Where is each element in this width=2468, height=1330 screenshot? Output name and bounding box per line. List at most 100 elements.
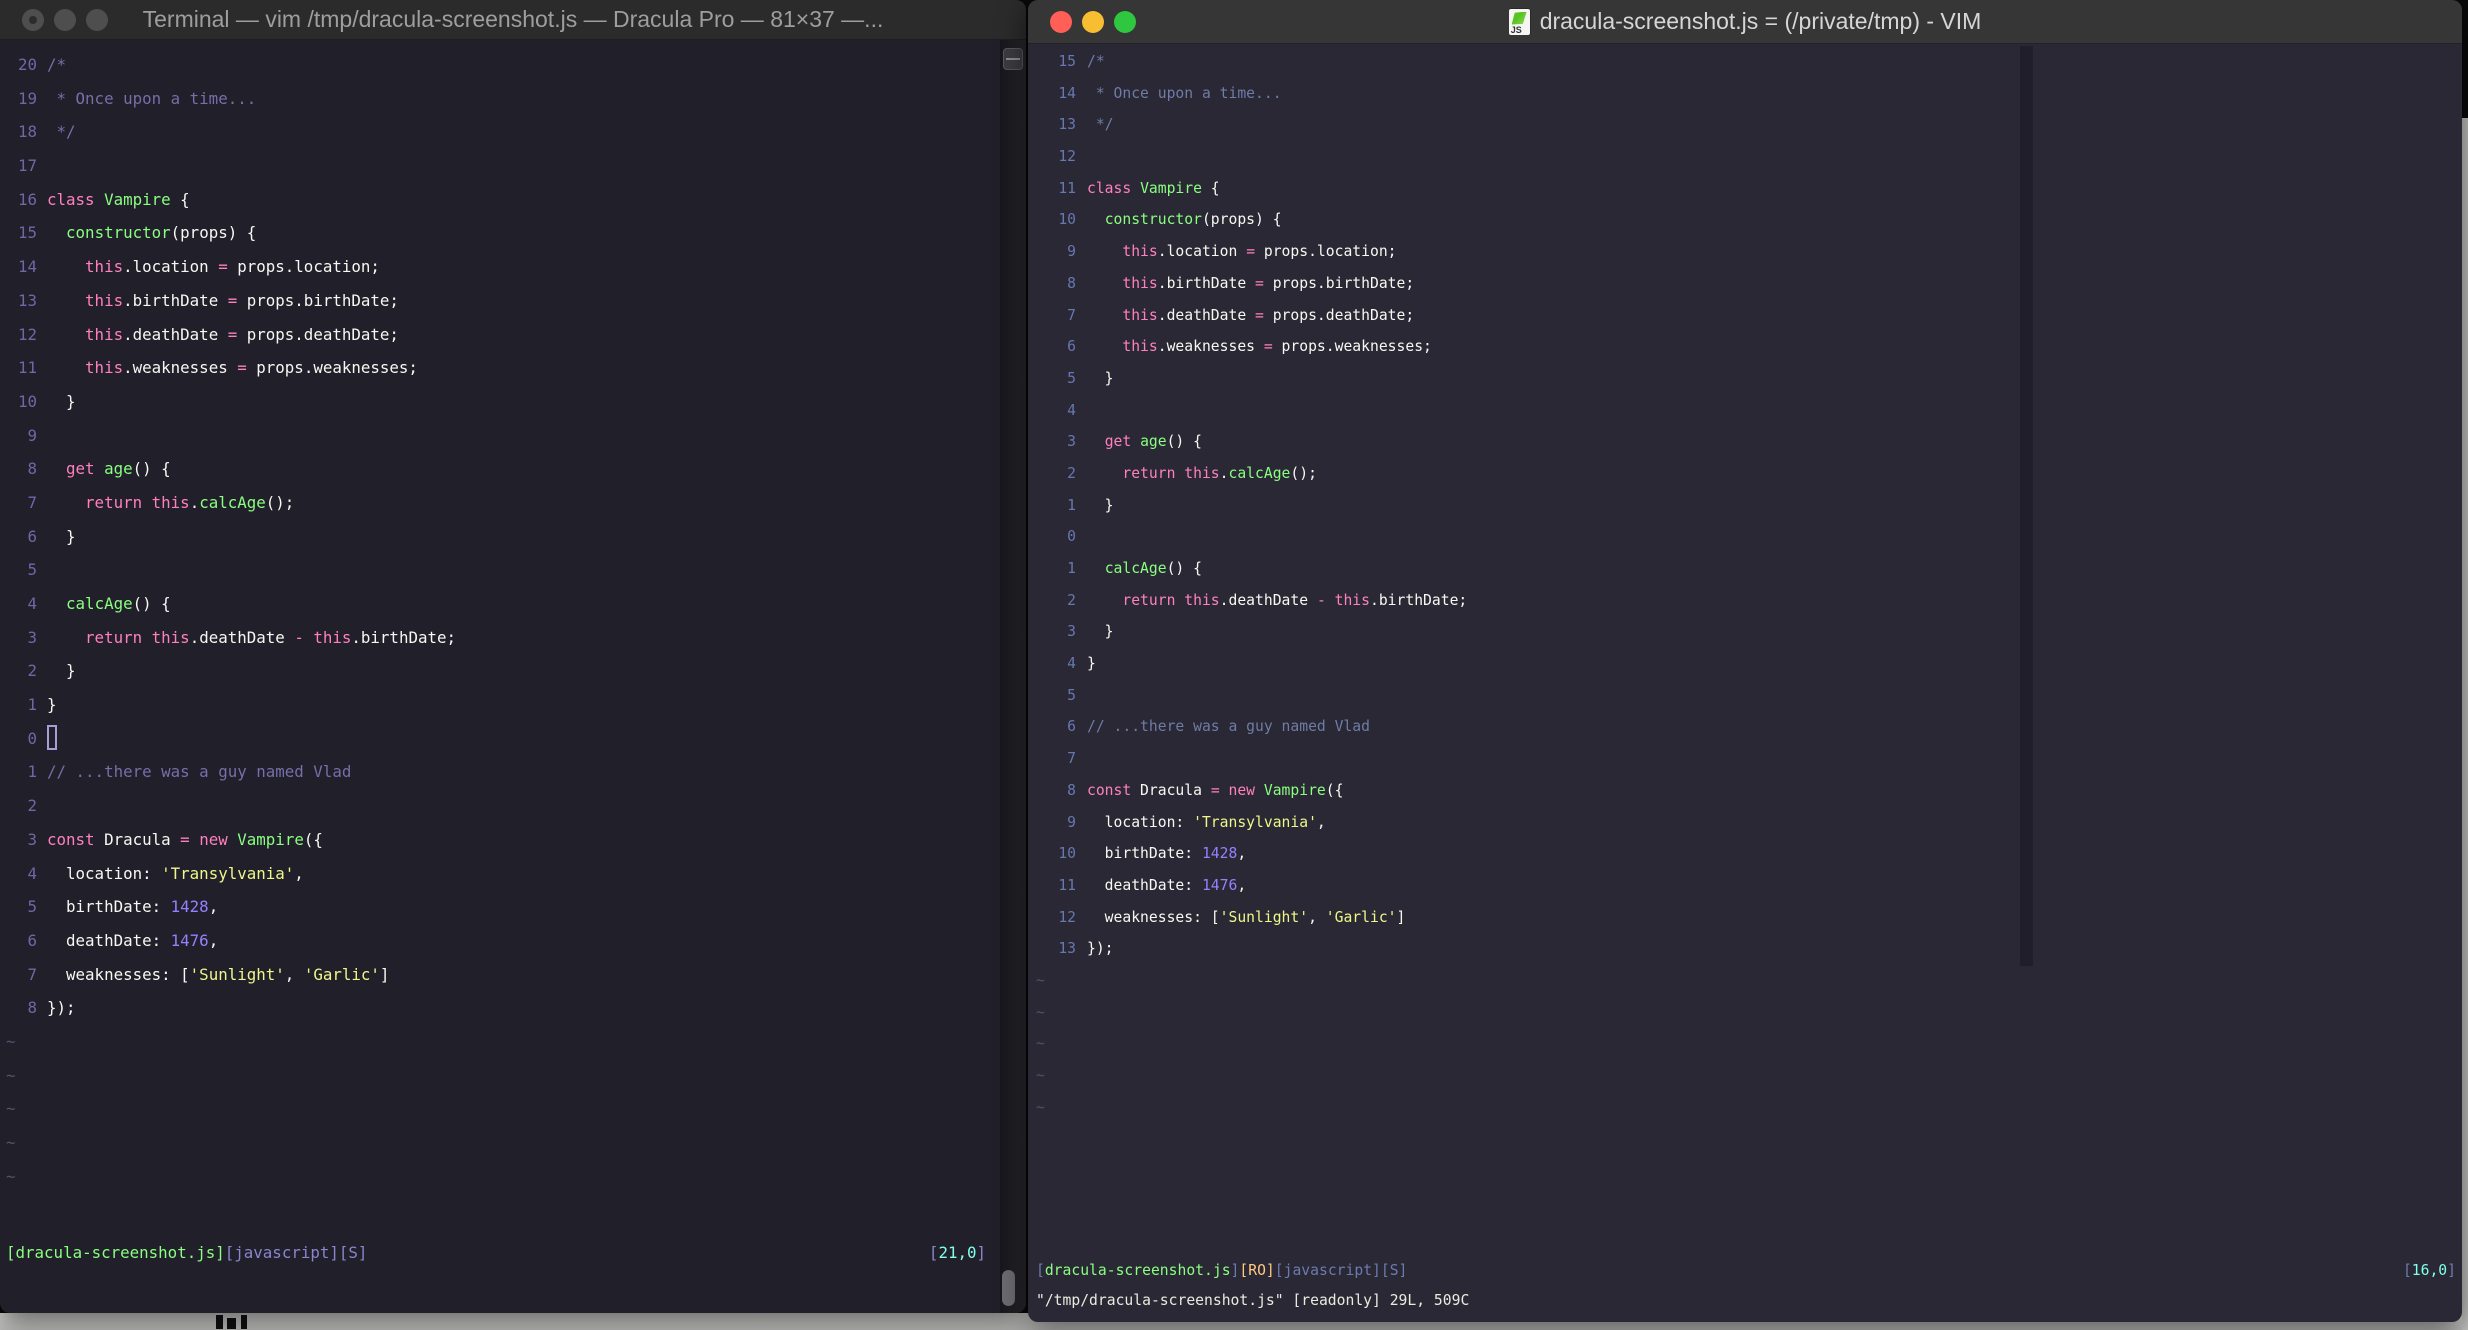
token: });	[47, 998, 76, 1018]
token: 'Transylvania'	[161, 863, 295, 883]
line-number: 7	[27, 964, 37, 984]
token: =	[237, 358, 247, 378]
line-number: 2	[1067, 591, 1076, 609]
token: [javascript][S]	[1274, 1262, 1408, 1279]
token: .	[189, 492, 200, 512]
code-text	[47, 722, 57, 756]
line-number: 4	[1067, 401, 1076, 419]
line-number: 20	[17, 55, 37, 74]
close-button[interactable]	[22, 8, 44, 31]
code-text: location: 'Transylvania',	[47, 857, 304, 891]
background-text-fragment	[216, 1315, 223, 1329]
token: =	[1255, 274, 1264, 292]
token: .birthDate	[1157, 274, 1256, 292]
code-text: this.deathDate = props.deathDate;	[47, 318, 399, 352]
minimize-button[interactable]	[54, 8, 76, 31]
code-text: this.birthDate = props.birthDate;	[47, 284, 399, 318]
zoom-button[interactable]	[1114, 10, 1136, 33]
file-readonly-message: "/tmp/dracula-screenshot.js" [readonly] …	[1036, 1292, 1470, 1309]
line-number: 12	[1058, 148, 1076, 166]
token: =	[218, 257, 228, 277]
code-text: }	[1087, 648, 1096, 680]
token: ,	[1316, 813, 1326, 831]
vim-text-area-right[interactable]: 15/* 14 * Once upon a time... 13 */12 11 cla…	[1028, 44, 2462, 1268]
line-number: 6	[1067, 718, 1076, 736]
token: calcAge	[1228, 464, 1291, 482]
token: return	[85, 627, 143, 647]
token: Vampire	[1140, 179, 1202, 197]
token: // ...there was a guy named Vlad	[47, 762, 352, 782]
token: .birthDate;	[1370, 591, 1468, 609]
split-pane-button[interactable]	[1003, 48, 1023, 70]
code-text: return this.calcAge();	[1087, 458, 1317, 490]
token: ,	[284, 964, 304, 984]
token: Dracula	[94, 829, 181, 849]
terminal-titlebar[interactable]: Terminal — vim /tmp/dracula-screenshot.j…	[0, 0, 1026, 40]
token: [RO]	[1239, 1262, 1275, 1279]
code-text: calcAge() {	[47, 587, 171, 621]
minimize-button[interactable]	[1082, 10, 1104, 33]
macvim-window: JS dracula-screenshot.js = (/private/tmp…	[1028, 0, 2462, 1322]
token: 'Garlic'	[1325, 908, 1397, 926]
code-line: 15 constructor(props) {	[6, 216, 1000, 250]
code-text: this.deathDate = props.deathDate;	[1087, 300, 1414, 332]
code-line: 4	[1036, 395, 2462, 427]
token: this	[1122, 338, 1158, 356]
code-line: 19 * Once upon a time...	[6, 82, 1000, 116]
zoom-button[interactable]	[86, 8, 108, 31]
vim-text-area-left[interactable]: 20/* 19 * Once upon a time... 18 */17 16 cla…	[0, 40, 1000, 1313]
code-line: 6 this.weaknesses = props.weaknesses;	[1036, 331, 2462, 363]
code-line: 12	[1036, 141, 2462, 173]
token: ,	[294, 863, 304, 883]
token: .birthDate;	[351, 627, 457, 647]
token: =	[1263, 338, 1273, 356]
token: class	[1087, 179, 1132, 197]
background-text-fragment	[241, 1315, 247, 1329]
token: }	[47, 661, 76, 681]
token: age	[1140, 433, 1167, 451]
token: this	[1184, 591, 1220, 609]
line-number: 17	[17, 156, 37, 176]
token: .deathDate	[123, 324, 228, 344]
token: props.weaknesses;	[1272, 338, 1432, 356]
token: ,	[208, 930, 219, 950]
vim-cursor	[47, 724, 57, 750]
line-number: 15	[17, 223, 37, 243]
line-number: 16	[17, 189, 37, 209]
terminal-window-title: Terminal — vim /tmp/dracula-screenshot.j…	[142, 6, 884, 32]
code-line: 9 this.location = props.location;	[1036, 236, 2462, 268]
close-button[interactable]	[1050, 10, 1072, 33]
js-file-icon	[1511, 11, 1527, 25]
code-line: 11 this.weaknesses = props.weaknesses;	[6, 351, 1000, 385]
code-line: 8 const Dracula = new Vampire({	[1036, 775, 2462, 807]
empty-buffer-line: ~	[6, 1133, 16, 1152]
token: 1476	[1201, 876, 1238, 894]
token: =	[1210, 781, 1220, 799]
line-number: 2	[27, 796, 37, 816]
code-line: 0	[6, 722, 1000, 756]
document-proxy-icon[interactable]: JS	[1508, 8, 1530, 35]
code-text: }	[47, 688, 57, 722]
token: [	[2402, 1262, 2412, 1279]
line-number: 3	[27, 829, 37, 849]
token: deathDate:	[47, 930, 171, 950]
code-line: 0	[1036, 521, 2462, 553]
code-text: // ...there was a guy named Vlad	[1087, 711, 1370, 743]
traffic-lights	[1028, 0, 1136, 43]
token: (props) {	[170, 223, 257, 243]
macvim-titlebar[interactable]: JS dracula-screenshot.js = (/private/tmp…	[1028, 0, 2462, 44]
empty-buffer-line: ~	[6, 1099, 16, 1119]
code-text: get age() {	[47, 452, 171, 486]
line-number: 10	[1058, 845, 1076, 863]
code-text: class Vampire {	[1087, 173, 1220, 205]
code-line: 4 location: 'Transylvania',	[6, 857, 1000, 891]
token: Vampire	[1263, 781, 1326, 799]
terminal-scrollbar-thumb[interactable]	[1002, 1270, 1015, 1306]
line-number: 12	[17, 324, 37, 344]
code-line: 11 deathDate: 1476,	[1036, 870, 2462, 902]
token: () {	[132, 594, 171, 613]
line-number: 6	[27, 930, 37, 950]
